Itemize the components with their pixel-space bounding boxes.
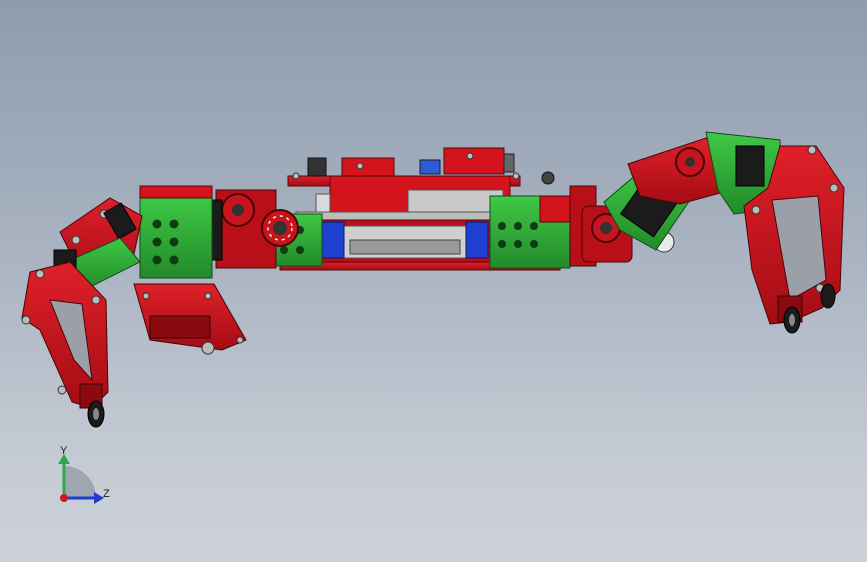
left-knee-bracket	[133, 283, 247, 355]
left-shin	[21, 261, 109, 428]
right-green-servo-block	[489, 185, 597, 269]
robot-model[interactable]	[0, 0, 867, 562]
3d-viewport[interactable]: Y Z	[0, 0, 867, 562]
left-thigh-green	[139, 185, 213, 279]
